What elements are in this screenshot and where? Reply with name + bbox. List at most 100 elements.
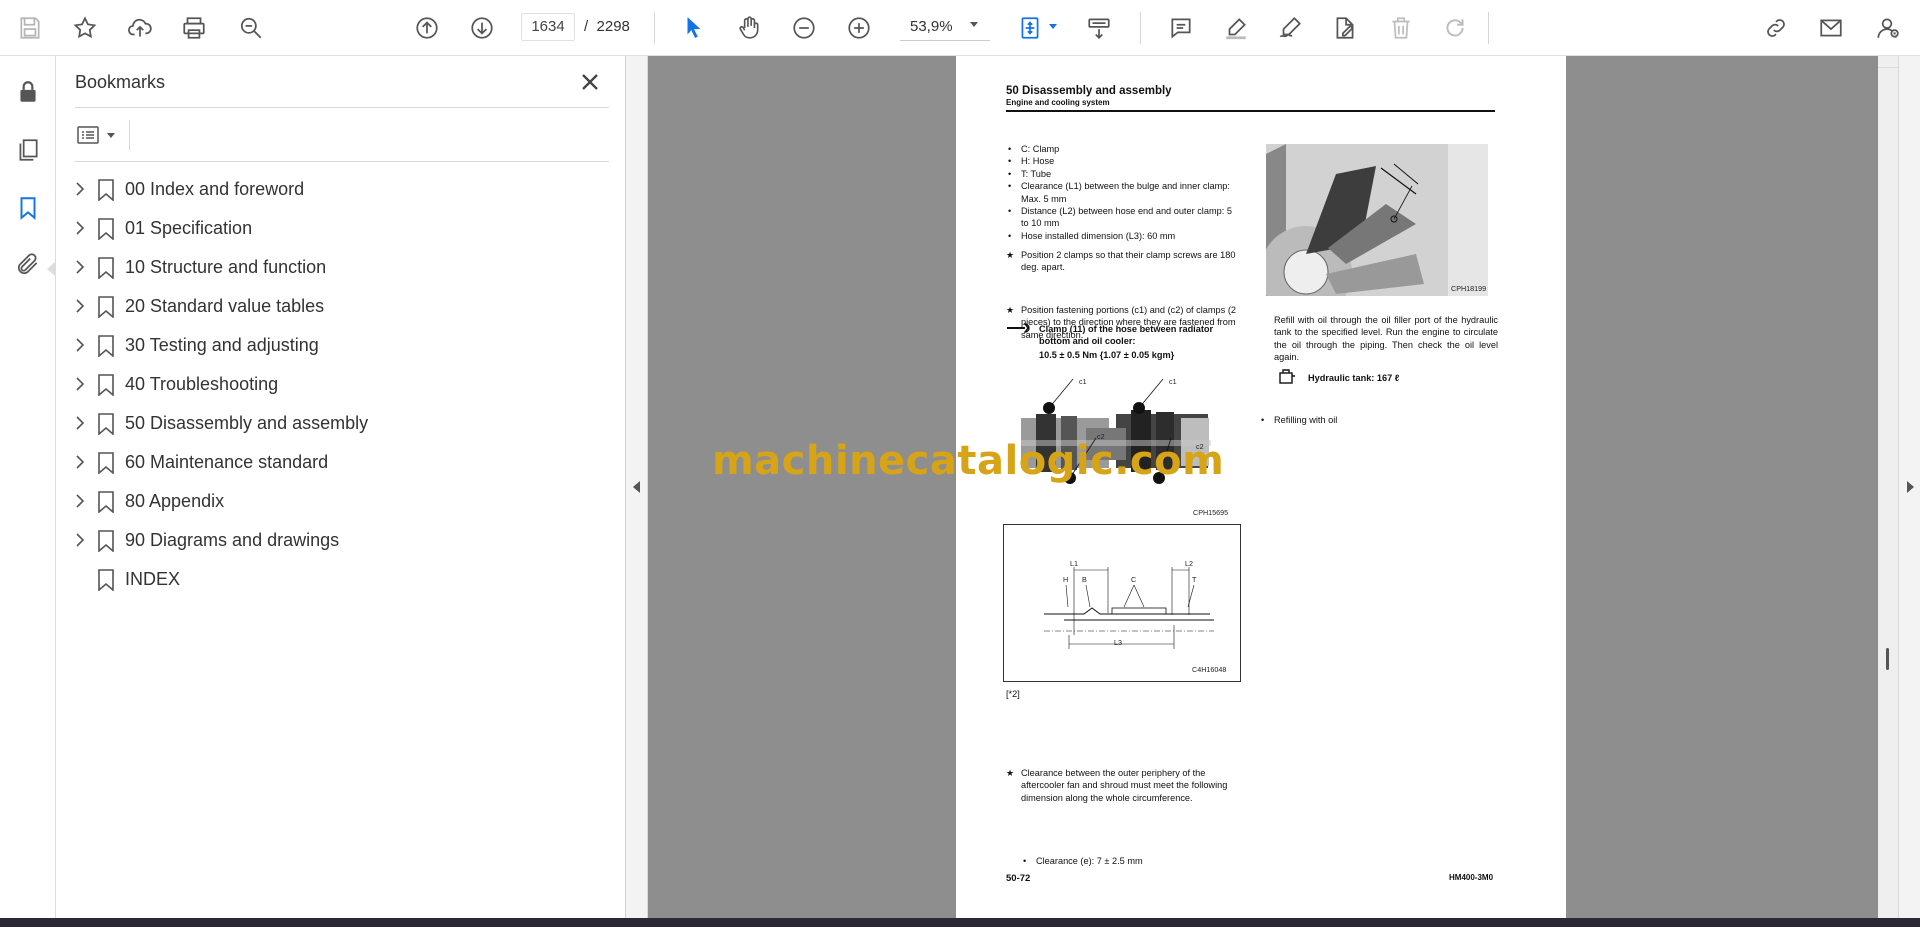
- bookmark-item[interactable]: 20 Standard value tables: [56, 287, 626, 326]
- bookmark-item[interactable]: 00 Index and foreword: [56, 170, 626, 209]
- chevron-right-icon[interactable]: [72, 298, 88, 314]
- bookmark-label: 40 Troubleshooting: [125, 374, 279, 394]
- bookmark-icon: [97, 257, 115, 280]
- hand-tool-icon[interactable]: [731, 10, 767, 46]
- panel-collapse-splitter[interactable]: [626, 56, 648, 918]
- chevron-right-icon[interactable]: [72, 376, 88, 392]
- document-viewport[interactable]: 50 Disassembly and assembly Engine and c…: [648, 56, 1878, 918]
- bookmark-item[interactable]: 01 Specification: [56, 209, 626, 248]
- refill-instructions: Refill with oil through the oil filler p…: [1274, 315, 1498, 363]
- chevron-right-icon[interactable]: [72, 220, 88, 236]
- bookmark-item[interactable]: 40 Troubleshooting: [56, 365, 626, 404]
- fit-page-icon[interactable]: [1012, 10, 1048, 46]
- toolbar-divider: [654, 12, 655, 44]
- dimension-label: L1: [1070, 559, 1078, 568]
- divider: [129, 120, 130, 150]
- list-item: Hose installed dimension (L3): 60 mm: [1006, 230, 1241, 243]
- chevron-right-icon[interactable]: [72, 493, 88, 509]
- bookmark-icon: [97, 491, 115, 514]
- page-total-count: 2298: [596, 18, 630, 35]
- page-header-title: 50 Disassembly and assembly: [1006, 85, 1172, 97]
- dimension-diagram: L1 L2 L3 H B C T C4H16048: [1003, 524, 1241, 682]
- divider: [75, 107, 609, 108]
- list-item: C: Clamp: [1006, 143, 1241, 156]
- bookmark-label: 90 Diagrams and drawings: [125, 530, 340, 550]
- upload-cloud-icon[interactable]: [122, 10, 158, 46]
- reference-marker: [*2]: [1006, 689, 1020, 699]
- bookmark-label: INDEX: [125, 569, 181, 589]
- bookmark-item[interactable]: 10 Structure and function: [56, 248, 626, 287]
- bookmark-tree: 00 Index and foreword 01 Specification 1…: [56, 170, 626, 599]
- select-cursor-icon[interactable]: [676, 10, 712, 46]
- bookmark-icon: [97, 218, 115, 241]
- top-toolbar: 1634 / 2298 53,9%: [0, 0, 1920, 56]
- bookmark-label: 80 Appendix: [125, 491, 225, 511]
- email-icon[interactable]: [1813, 10, 1849, 46]
- bookmark-item[interactable]: 50 Disassembly and assembly: [56, 404, 626, 443]
- page-thumbnails-icon[interactable]: [10, 132, 46, 168]
- chevron-right-icon[interactable]: [72, 454, 88, 470]
- bookmark-item[interactable]: INDEX: [56, 560, 626, 599]
- print-icon[interactable]: [176, 10, 212, 46]
- edit-document-icon[interactable]: [1327, 10, 1363, 46]
- figure-callout: c1: [1169, 377, 1177, 386]
- bookmark-item[interactable]: 30 Testing and adjusting: [56, 326, 626, 365]
- panel-title: Bookmarks: [75, 72, 166, 92]
- bookmark-icon: [97, 335, 115, 358]
- draw-signature-icon[interactable]: [1272, 10, 1308, 46]
- close-icon[interactable]: [576, 68, 604, 96]
- zoom-in-icon[interactable]: [841, 10, 877, 46]
- bookmark-item[interactable]: 80 Appendix: [56, 482, 626, 521]
- dimension-label: L2: [1185, 559, 1193, 568]
- share-link-icon[interactable]: [1758, 10, 1794, 46]
- next-page-icon[interactable]: [464, 10, 500, 46]
- chevron-right-icon[interactable]: [72, 532, 88, 548]
- delete-trash-icon[interactable]: [1383, 10, 1419, 46]
- right-panel-splitter[interactable]: [1898, 56, 1920, 918]
- chevron-right-icon[interactable]: [72, 337, 88, 353]
- page-footer-model: HM400-3M0: [1449, 873, 1494, 882]
- vertical-scrollbar[interactable]: [1878, 56, 1898, 918]
- scroll-mode-icon[interactable]: [1081, 10, 1117, 46]
- bookmark-icon: [97, 452, 115, 475]
- scroll-up-area[interactable]: [1878, 56, 1898, 68]
- zoom-level-select[interactable]: 53,9%: [900, 13, 990, 41]
- bookmarks-panel-icon[interactable]: [10, 190, 46, 226]
- attachments-icon[interactable]: [10, 246, 46, 282]
- previous-page-icon[interactable]: [409, 10, 445, 46]
- figure-code: C4H16048: [1192, 665, 1227, 674]
- highlight-pen-icon[interactable]: [1218, 10, 1254, 46]
- header-rule: [1006, 110, 1495, 112]
- page-footer-number: 50-72: [1006, 873, 1031, 884]
- bookmark-item[interactable]: 60 Maintenance standard: [56, 443, 626, 482]
- bookmark-item[interactable]: 90 Diagrams and drawings: [56, 521, 626, 560]
- zoom-search-icon[interactable]: [233, 10, 269, 46]
- redo-icon[interactable]: [1437, 10, 1473, 46]
- divider: [75, 161, 609, 162]
- chevron-right-icon[interactable]: [72, 181, 88, 197]
- dimension-label: H: [1063, 575, 1069, 584]
- page-header-subtitle: Engine and cooling system: [1006, 98, 1110, 107]
- dimension-label: T: [1192, 575, 1197, 584]
- chevron-down-icon: [107, 132, 115, 138]
- page-total: / 2298: [584, 18, 630, 35]
- bookmark-label: 20 Standard value tables: [125, 296, 325, 316]
- bookmark-options-button[interactable]: [75, 120, 121, 150]
- watermark-text: machinecatalogic.com: [712, 438, 1225, 484]
- zoom-dropdown-icon[interactable]: [970, 22, 978, 27]
- bookmark-label: 01 Specification: [125, 218, 253, 238]
- dimension-label: B: [1082, 575, 1087, 584]
- fit-page-dropdown-icon[interactable]: [1049, 24, 1057, 29]
- scrollbar-thumb[interactable]: [1886, 648, 1889, 670]
- comment-icon[interactable]: [1163, 10, 1199, 46]
- expand-right-icon[interactable]: [1907, 481, 1914, 493]
- chevron-right-icon[interactable]: [72, 259, 88, 275]
- chevron-right-icon[interactable]: [72, 415, 88, 431]
- save-icon[interactable]: [12, 10, 48, 46]
- lock-icon[interactable]: [10, 74, 46, 110]
- collapse-left-icon[interactable]: [633, 481, 640, 493]
- zoom-out-icon[interactable]: [786, 10, 822, 46]
- account-icon[interactable]: [1869, 10, 1905, 46]
- page-number-input[interactable]: 1634: [521, 13, 575, 41]
- bookmark-star-icon[interactable]: [67, 10, 103, 46]
